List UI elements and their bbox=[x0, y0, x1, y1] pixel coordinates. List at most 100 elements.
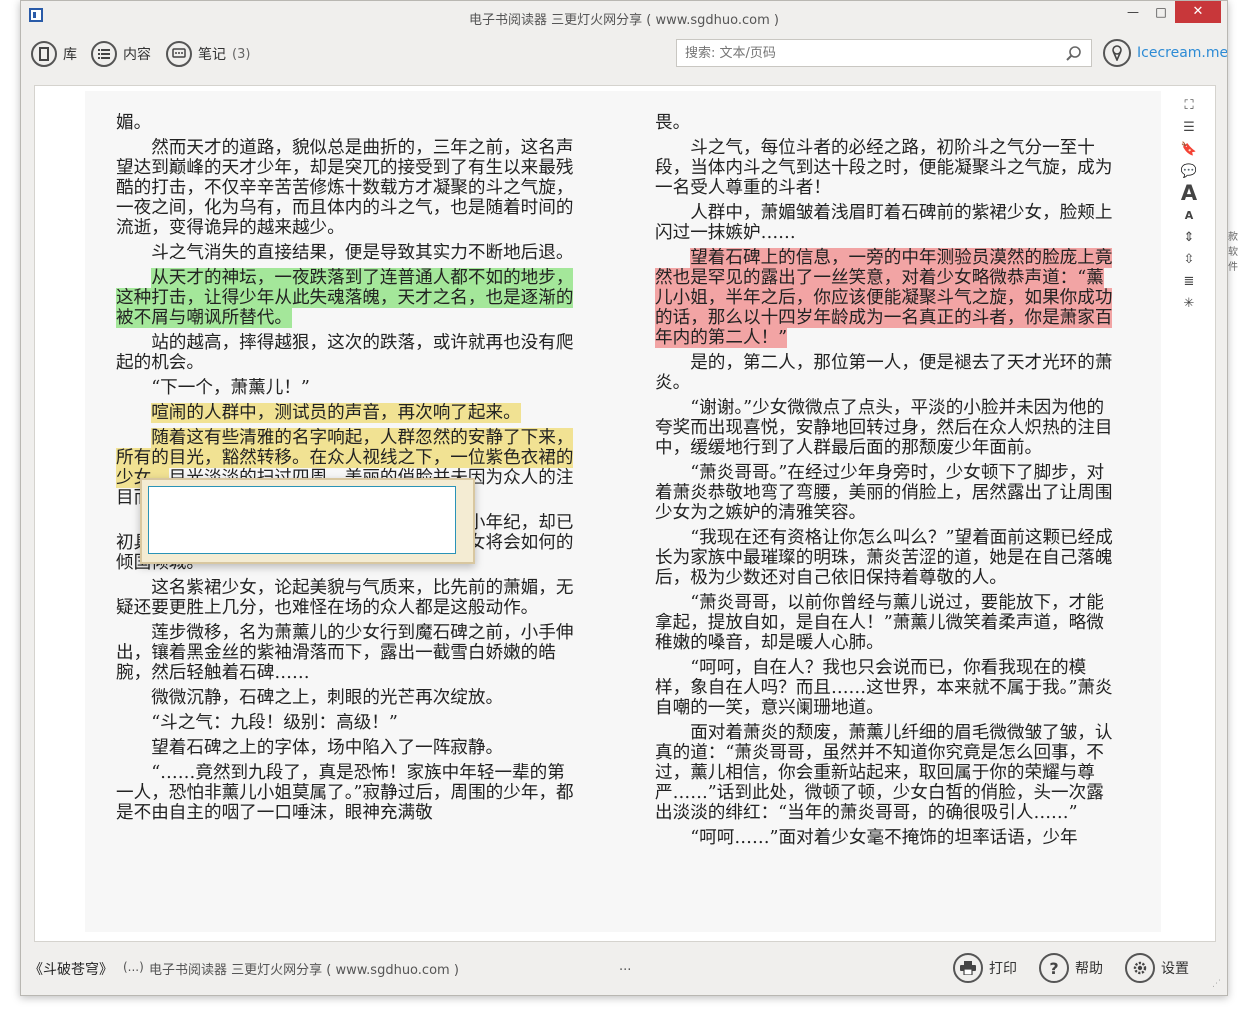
toc-icon bbox=[91, 41, 117, 67]
text-segment: 畏。 bbox=[655, 113, 691, 133]
paragraph: 微微沉静，石碑之上，刺眼的光芒再次绽放。 bbox=[116, 688, 579, 708]
notes-button[interactable]: 笔记 (3) bbox=[166, 39, 250, 69]
paragraph: 然而天才的道路，貌似总是曲折的，三年之前，这名声望达到巅峰的天才少年，却是突兀的… bbox=[116, 138, 579, 238]
brightness-icon[interactable]: ✳ bbox=[1178, 292, 1200, 314]
left-page-column: 媚。然而天才的道路，貌似总是曲折的，三年之前，这名声望达到巅峰的天才少年，却是突… bbox=[116, 113, 579, 828]
paragraph: “萧炎哥哥。”在经过少年身旁时，少女顿下了脚步，对着萧炎恭敬地弯了弯腰，美丽的俏… bbox=[655, 463, 1118, 523]
text-segment: “下一个，萧薰儿！” bbox=[151, 378, 310, 398]
note-input[interactable] bbox=[148, 486, 456, 554]
library-label: 库 bbox=[63, 47, 77, 63]
paragraph: 站的越高，摔得越狠，这次的跌落，或许就再也没有爬起的机会。 bbox=[116, 333, 579, 373]
settings-label: 设置 bbox=[1161, 961, 1189, 977]
paragraph: 畏。 bbox=[655, 113, 1118, 133]
window-title: 电子书阅读器 三更灯火网分享 ( www.sgdhuo.com ) bbox=[469, 13, 779, 28]
text-segment: 莲步微移，名为萧薰儿的少女行到魔石碑之前，小手伸出，镶着黑金丝的紫袖滑落而下，露… bbox=[116, 623, 574, 683]
paragraph: 斗之气，每位斗者的必经之路，初阶斗之气分一至十段，当体内斗之气到达十段之时，便能… bbox=[655, 138, 1118, 198]
notes-icon[interactable]: 💬 bbox=[1178, 160, 1200, 182]
resize-grip-icon[interactable]: ⋰ bbox=[1212, 979, 1221, 989]
text-segment: “斗之气：九段！级别：高级！” bbox=[151, 713, 398, 733]
highlight-yellow[interactable]: 喧闹的人群中，测试员的声音，再次响了起来。 bbox=[151, 403, 521, 423]
paragraph: “萧炎哥哥，以前你曾经与薰儿说过，要能放下，才能拿起，提放自如，是自在人！”萧薰… bbox=[655, 593, 1118, 653]
notes-label: 笔记 bbox=[198, 47, 226, 63]
text-segment: 斗之气消失的直接结果，便是导致其实力不断地后退。 bbox=[151, 243, 574, 263]
paragraph: “斗之气：九段！级别：高级！” bbox=[116, 713, 579, 733]
print-button[interactable]: 打印 bbox=[953, 953, 1017, 983]
paragraph: “谢谢。”少女微微点了点头，平淡的小脸并未因为他的夸奖而出现喜悦，安静地回转过身… bbox=[655, 398, 1118, 458]
notes-count: (3) bbox=[232, 46, 251, 62]
paragraph: “呵呵……”面对着少女毫不掩饰的坦率话语，少年 bbox=[655, 828, 1118, 848]
note-popup bbox=[140, 478, 475, 564]
paragraph: 媚。 bbox=[116, 113, 579, 133]
text-segment: 这名紫裙少女，论起美貌与气质来，比先前的萧媚，无疑还要更胜上几分，也难怪在场的众… bbox=[116, 578, 574, 618]
right-page-column: 畏。斗之气，每位斗者的必经之路，初阶斗之气分一至十段，当体内斗之气到达十段之时，… bbox=[655, 113, 1118, 853]
search-input[interactable] bbox=[677, 40, 1063, 66]
paragraph: 望着石碑之上的字体，场中陷入了一阵寂静。 bbox=[116, 738, 579, 758]
text-segment: 微微沉静，石碑之上，刺眼的光芒再次绽放。 bbox=[151, 688, 504, 708]
line-spacing-increase-icon[interactable]: ⇕ bbox=[1178, 226, 1200, 248]
font-decrease-icon[interactable]: A bbox=[1178, 204, 1200, 226]
status-ellipsis: ... bbox=[619, 959, 632, 974]
brand-label: Icecream.me bbox=[1137, 45, 1228, 61]
toolbar: 库 内容 笔记 (3) Icecream.me bbox=[21, 35, 1227, 75]
help-icon: ? bbox=[1039, 953, 1069, 983]
fullscreen-icon[interactable]: ⛶ bbox=[1178, 94, 1200, 116]
bookmark-icon[interactable]: 🔖 bbox=[1178, 138, 1200, 160]
paragraph: 望着石碑上的信息，一旁的中年测验员漠然的脸庞上竟然也是罕见的露出了一丝笑意，对着… bbox=[655, 248, 1118, 348]
paragraph: 从天才的神坛，一夜跌落到了连普通人都不如的地步，这种打击，让得少年从此失魂落魄，… bbox=[116, 268, 579, 328]
text-segment: 面对着萧炎的颓废，萧薰儿纤细的眉毛微微皱了皱，认真的道：“萧炎哥哥，虽然并不知道… bbox=[655, 723, 1113, 823]
help-button[interactable]: ? 帮助 bbox=[1039, 953, 1103, 983]
text-segment: 斗之气，每位斗者的必经之路，初阶斗之气分一至十段，当体内斗之气到达十段之时，便能… bbox=[655, 138, 1113, 198]
text-segment: 是的，第二人，那位第一人，便是褪去了天才光环的萧炎。 bbox=[655, 353, 1113, 393]
text-segment: “萧炎哥哥。”在经过少年身旁时，少女顿下了脚步，对着萧炎恭敬地弯了弯腰，美丽的俏… bbox=[655, 463, 1113, 523]
print-label: 打印 bbox=[989, 961, 1017, 977]
highlight-red[interactable]: 望着石碑上的信息，一旁的中年测验员漠然的脸庞上竟然也是罕见的露出了一丝笑意，对着… bbox=[655, 248, 1113, 348]
justify-icon[interactable]: ≣ bbox=[1178, 270, 1200, 292]
text-segment: 人群中，萧媚皱着浅眉盯着石碑前的紫裙少女，脸颊上闪过一抹嫉妒…… bbox=[655, 203, 1113, 243]
gear-icon bbox=[1125, 953, 1155, 983]
search-icon[interactable] bbox=[1065, 45, 1083, 63]
settings-button[interactable]: 设置 bbox=[1125, 953, 1189, 983]
paragraph: 面对着萧炎的颓废，萧薰儿纤细的眉毛微微皱了皱，认真的道：“萧炎哥哥，虽然并不知道… bbox=[655, 723, 1118, 823]
paragraph: “我现在还有资格让你怎么叫么？”望着面前这颗已经成长为家族中最璀璨的明珠，萧炎苦… bbox=[655, 528, 1118, 588]
text-segment: 望着石碑之上的字体，场中陷入了一阵寂静。 bbox=[151, 738, 504, 758]
reader-side-toolbar: ⛶ ☰ 🔖 💬 A A ⇕ ⇳ ≣ ✳ bbox=[1178, 94, 1200, 314]
maximize-button[interactable]: □ bbox=[1147, 1, 1175, 23]
notes-icon bbox=[166, 41, 192, 67]
close-button[interactable]: ✕ bbox=[1175, 1, 1221, 23]
library-button[interactable]: 库 bbox=[31, 39, 77, 69]
text-segment: “萧炎哥哥，以前你曾经与薰儿说过，要能放下，才能拿起，提放自如，是自在人！”萧薰… bbox=[655, 593, 1104, 653]
paragraph: “……竟然到九段了，真是恐怖！家族中年轻一辈的第一人，恐怕非薰儿小姐莫属了。”寂… bbox=[116, 763, 579, 823]
paragraph: 斗之气消失的直接结果，便是导致其实力不断地后退。 bbox=[116, 243, 579, 263]
text-segment: “……竟然到九段了，真是恐怖！家族中年轻一辈的第一人，恐怕非薰儿小姐莫属了。”寂… bbox=[116, 763, 574, 823]
app-info: 电子书阅读器 三更灯火网分享 ( www.sgdhuo.com ) bbox=[149, 963, 459, 978]
toc-button[interactable]: 内容 bbox=[91, 39, 151, 69]
paragraph: 人群中，萧媚皱着浅眉盯着石碑前的紫裙少女，脸颊上闪过一抹嫉妒…… bbox=[655, 203, 1118, 243]
text-segment: “我现在还有资格让你怎么叫么？”望着面前这颗已经成长为家族中最璀璨的明珠，萧炎苦… bbox=[655, 528, 1113, 588]
reader-window: 电子书阅读器 三更灯火网分享 ( www.sgdhuo.com ) — □ ✕ … bbox=[20, 0, 1228, 996]
paragraph: 这名紫裙少女，论起美貌与气质来，比先前的萧媚，无疑还要更胜上几分，也难怪在场的众… bbox=[116, 578, 579, 618]
status-bar: 《斗破苍穹》 (...) 电子书阅读器 三更灯火网分享 ( www.sgdhuo… bbox=[21, 947, 1227, 993]
help-label: 帮助 bbox=[1075, 961, 1103, 977]
library-icon bbox=[31, 41, 57, 67]
toc-list-icon[interactable]: ☰ bbox=[1178, 116, 1200, 138]
paragraph: “呵呵，自在人？我也只会说而已，你看我现在的模样，象自在人吗？而且……这世界，本… bbox=[655, 658, 1118, 718]
highlight-green[interactable]: 从天才的神坛，一夜跌落到了连普通人都不如的地步，这种打击，让得少年从此失魂落魄，… bbox=[116, 268, 574, 328]
title-bar[interactable]: 电子书阅读器 三更灯火网分享 ( www.sgdhuo.com ) — □ ✕ bbox=[21, 1, 1227, 31]
font-increase-icon[interactable]: A bbox=[1178, 181, 1200, 205]
book-title: 《斗破苍穹》 bbox=[29, 962, 113, 978]
icecream-link[interactable]: Icecream.me bbox=[1103, 39, 1228, 67]
paragraph: “下一个，萧薰儿！” bbox=[116, 378, 579, 398]
minimize-button[interactable]: — bbox=[1119, 1, 1147, 23]
title-separator: (...) bbox=[123, 960, 144, 974]
paragraph: 喧闹的人群中，测试员的声音，再次响了起来。 bbox=[116, 403, 579, 423]
text-segment: “呵呵……”面对着少女毫不掩饰的坦率话语，少年 bbox=[690, 828, 1078, 848]
paragraph: 是的，第二人，那位第一人，便是褪去了天才光环的萧炎。 bbox=[655, 353, 1118, 393]
text-segment: 媚。 bbox=[116, 113, 152, 133]
text-segment: “呵呵，自在人？我也只会说而已，你看我现在的模样，象自在人吗？而且……这世界，本… bbox=[655, 658, 1113, 718]
printer-icon bbox=[953, 953, 983, 983]
background-window-fragment: 款软件 bbox=[1228, 232, 1238, 273]
reading-area[interactable]: 媚。然而天才的道路，貌似总是曲折的，三年之前，这名声望达到巅峰的天才少年，却是突… bbox=[34, 85, 1216, 942]
paragraph: 莲步微移，名为萧薰儿的少女行到魔石碑之前，小手伸出，镶着黑金丝的紫袖滑落而下，露… bbox=[116, 623, 579, 683]
line-spacing-decrease-icon[interactable]: ⇳ bbox=[1178, 248, 1200, 270]
text-segment: “谢谢。”少女微微点了点头，平淡的小脸并未因为他的夸奖而出现喜悦，安静地回转过身… bbox=[655, 398, 1113, 458]
